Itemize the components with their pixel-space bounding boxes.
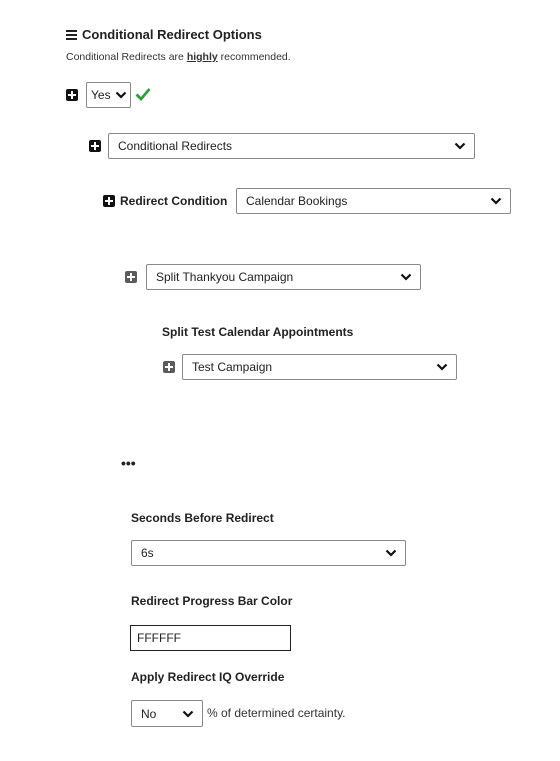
iq-override-label: Apply Redirect IQ Override [131, 670, 285, 684]
split-test-label: Split Test Calendar Appointments [162, 325, 354, 339]
split-campaign-select[interactable]: Split Thankyou Campaign [146, 264, 421, 290]
section-subtitle: Conditional Redirects are highly recomme… [66, 51, 291, 63]
iq-override-suffix: % of determined certainty. [207, 706, 346, 720]
expand-plus-icon[interactable] [103, 195, 115, 207]
enable-conditional-redirect-select[interactable]: Yes [86, 82, 131, 108]
expand-plus-icon[interactable] [163, 361, 175, 373]
seconds-before-redirect-value: 6s [141, 546, 154, 560]
chevron-down-icon [490, 197, 502, 205]
split-test-campaign-value: Test Campaign [192, 360, 273, 374]
hamburger-menu-icon[interactable] [66, 29, 77, 40]
expand-plus-icon[interactable] [89, 140, 101, 152]
chevron-down-icon [115, 91, 127, 99]
chevron-down-icon [454, 142, 466, 150]
expand-plus-icon[interactable] [125, 271, 137, 283]
redirect-condition-select[interactable]: Calendar Bookings [236, 188, 511, 214]
iq-override-value: No [141, 706, 157, 721]
redirect-condition-label: Redirect Condition [120, 194, 228, 208]
progress-bar-color-label: Redirect Progress Bar Color [131, 594, 293, 608]
progress-bar-color-input[interactable] [130, 625, 291, 651]
subtitle-suffix: recommended. [217, 51, 291, 63]
subtitle-emphasis: highly [186, 51, 218, 63]
expand-plus-icon[interactable] [66, 89, 78, 101]
chevron-down-icon [436, 363, 448, 371]
section-title-text: Conditional Redirect Options [82, 27, 262, 42]
chevron-down-icon [385, 549, 397, 557]
redirect-type-select[interactable]: Conditional Redirects [108, 133, 475, 159]
more-options-ellipsis[interactable]: ••• [121, 455, 136, 471]
subtitle-prefix: Conditional Redirects are [66, 51, 187, 63]
chevron-down-icon [182, 710, 194, 718]
chevron-down-icon [400, 273, 412, 281]
section-title: Conditional Redirect Options [66, 27, 262, 42]
redirect-type-value: Conditional Redirects [118, 139, 233, 153]
enable-select-value: Yes [91, 88, 111, 102]
redirect-condition-value: Calendar Bookings [246, 194, 348, 208]
checkmark-icon [135, 88, 151, 101]
split-test-campaign-select[interactable]: Test Campaign [182, 354, 457, 380]
iq-override-select[interactable]: No [131, 700, 203, 727]
seconds-before-redirect-label: Seconds Before Redirect [131, 511, 274, 525]
split-campaign-value: Split Thankyou Campaign [156, 270, 294, 284]
seconds-before-redirect-select[interactable]: 6s [131, 540, 406, 566]
